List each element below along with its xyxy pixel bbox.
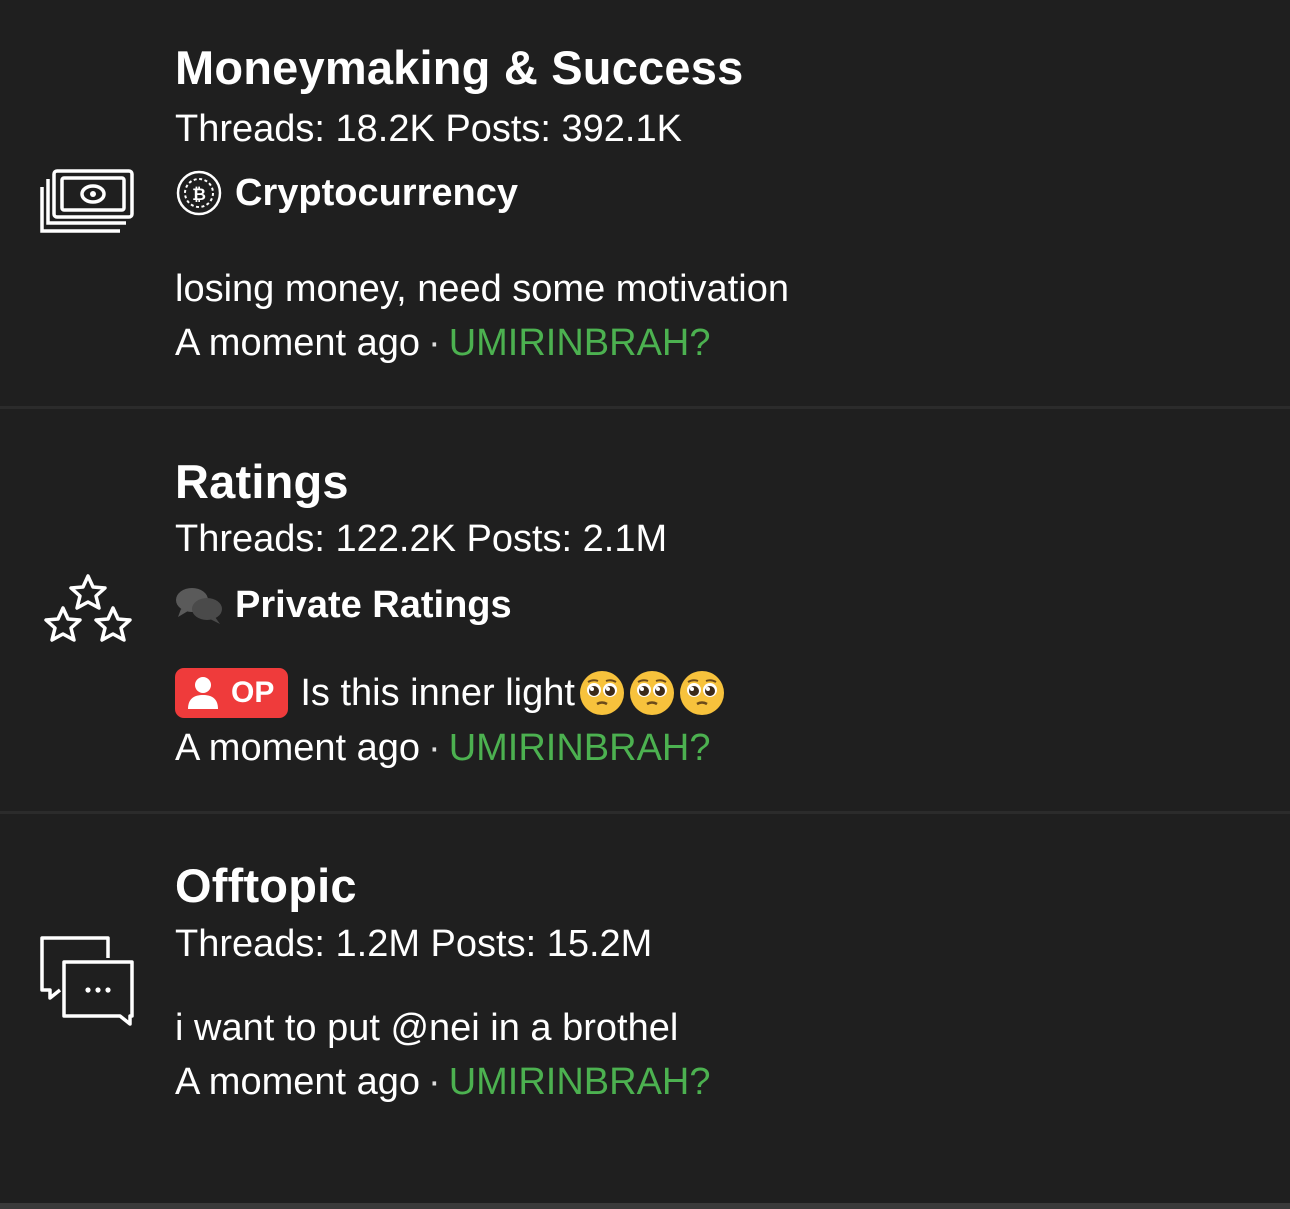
last-post-title[interactable]: losing money, need some motivation — [175, 268, 789, 311]
last-post-author[interactable]: UMIRINBRAH? — [449, 1061, 711, 1103]
last-post-author[interactable]: UMIRINBRAH? — [449, 322, 711, 364]
bitcoin-coin-icon: ₿ — [175, 169, 223, 217]
last-post-time: A moment ago — [175, 1061, 421, 1103]
pleading-face-emoji — [579, 671, 624, 715]
forum-row-offtopic[interactable]: Offtopic Threads: 1.2M Posts: 15.2M i wa… — [0, 814, 1290, 1209]
pleading-face-emoji — [629, 671, 674, 715]
meta-separator: · — [428, 322, 441, 364]
last-post-meta: A moment ago · UMIRINBRAH? — [175, 1061, 711, 1104]
forum-stats: Threads: 122.2K Posts: 2.1M — [175, 518, 668, 560]
op-badge-label: OP — [231, 676, 275, 709]
last-post-time: A moment ago — [175, 322, 421, 364]
meta-separator: · — [428, 1061, 441, 1103]
stars-icon — [38, 572, 138, 642]
forum-stats: Threads: 18.2K Posts: 392.1K — [175, 108, 682, 150]
forum-stats: Threads: 1.2M Posts: 15.2M — [175, 923, 653, 965]
subforum-label: Cryptocurrency — [235, 171, 518, 214]
money-stack-icon — [38, 165, 138, 235]
last-post-title-text: i want to put @nei in a brothel — [175, 1007, 679, 1049]
forum-title[interactable]: Moneymaking & Success — [175, 40, 743, 95]
subforum-link-cryptocurrency[interactable]: ₿ Cryptocurrency — [175, 168, 518, 218]
forum-title[interactable]: Offtopic — [175, 858, 357, 913]
forum-title[interactable]: Ratings — [175, 454, 349, 509]
chat-bubbles-icon — [175, 581, 223, 629]
last-post-meta: A moment ago · UMIRINBRAH? — [175, 727, 711, 770]
last-post-title[interactable]: i want to put @nei in a brothel — [175, 1007, 678, 1050]
person-icon — [188, 677, 218, 709]
last-post-title[interactable]: OP Is this inner light — [175, 668, 725, 718]
pleading-face-emoji — [679, 671, 724, 715]
conversation-icon — [38, 932, 138, 1026]
svg-text:₿: ₿ — [192, 185, 206, 205]
forum-row-moneymaking[interactable]: Moneymaking & Success Threads: 18.2K Pos… — [0, 0, 1290, 409]
last-post-meta: A moment ago · UMIRINBRAH? — [175, 322, 711, 365]
last-post-time: A moment ago — [175, 727, 421, 769]
last-post-title-text: Is this inner light — [300, 671, 575, 714]
last-post-author[interactable]: UMIRINBRAH? — [449, 727, 711, 769]
op-badge: OP — [175, 668, 289, 718]
bottom-divider — [0, 1203, 1290, 1209]
forum-row-ratings[interactable]: Ratings Threads: 122.2K Posts: 2.1M Priv… — [0, 409, 1290, 814]
forum-list: Moneymaking & Success Threads: 18.2K Pos… — [0, 0, 1290, 1209]
last-post-title-text: losing money, need some motivation — [175, 268, 789, 310]
subforum-link-private-ratings[interactable]: Private Ratings — [175, 580, 512, 630]
subforum-label: Private Ratings — [235, 583, 512, 626]
meta-separator: · — [428, 727, 441, 769]
